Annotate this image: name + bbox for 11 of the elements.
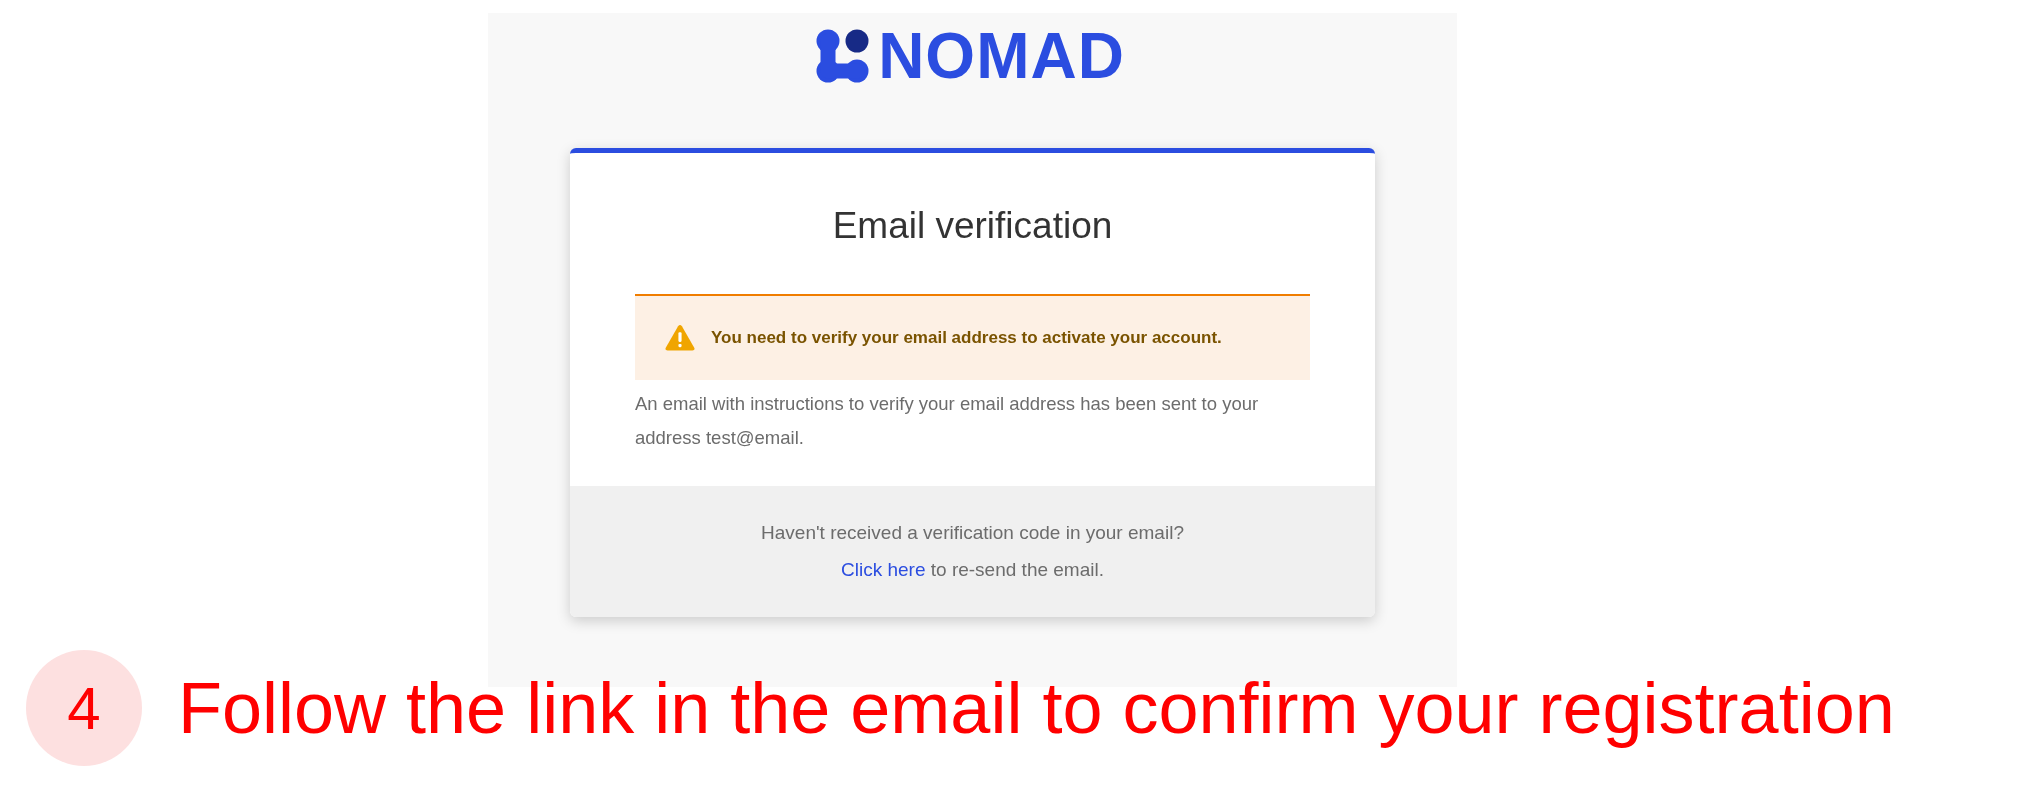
step-text: Follow the link in the email to confirm your registration — [178, 667, 1895, 750]
logo-wordmark: NOMAD — [878, 28, 1125, 84]
click-here-link[interactable]: Click here — [841, 559, 926, 580]
logo-icon — [816, 28, 871, 84]
step-number: 4 — [26, 650, 142, 766]
resend-text: Click here to re-send the email. — [840, 558, 1105, 582]
resend-question: Haven't received a verification code in your email? — [760, 521, 1185, 545]
card-title: Email verification — [831, 204, 1114, 248]
alert-message: You need to verify your email address to activate your account. — [711, 328, 1222, 348]
instructions-text: An email with instructions to verify your email address has been sent to your address test@email. — [635, 392, 1260, 450]
warning-icon — [665, 325, 695, 351]
